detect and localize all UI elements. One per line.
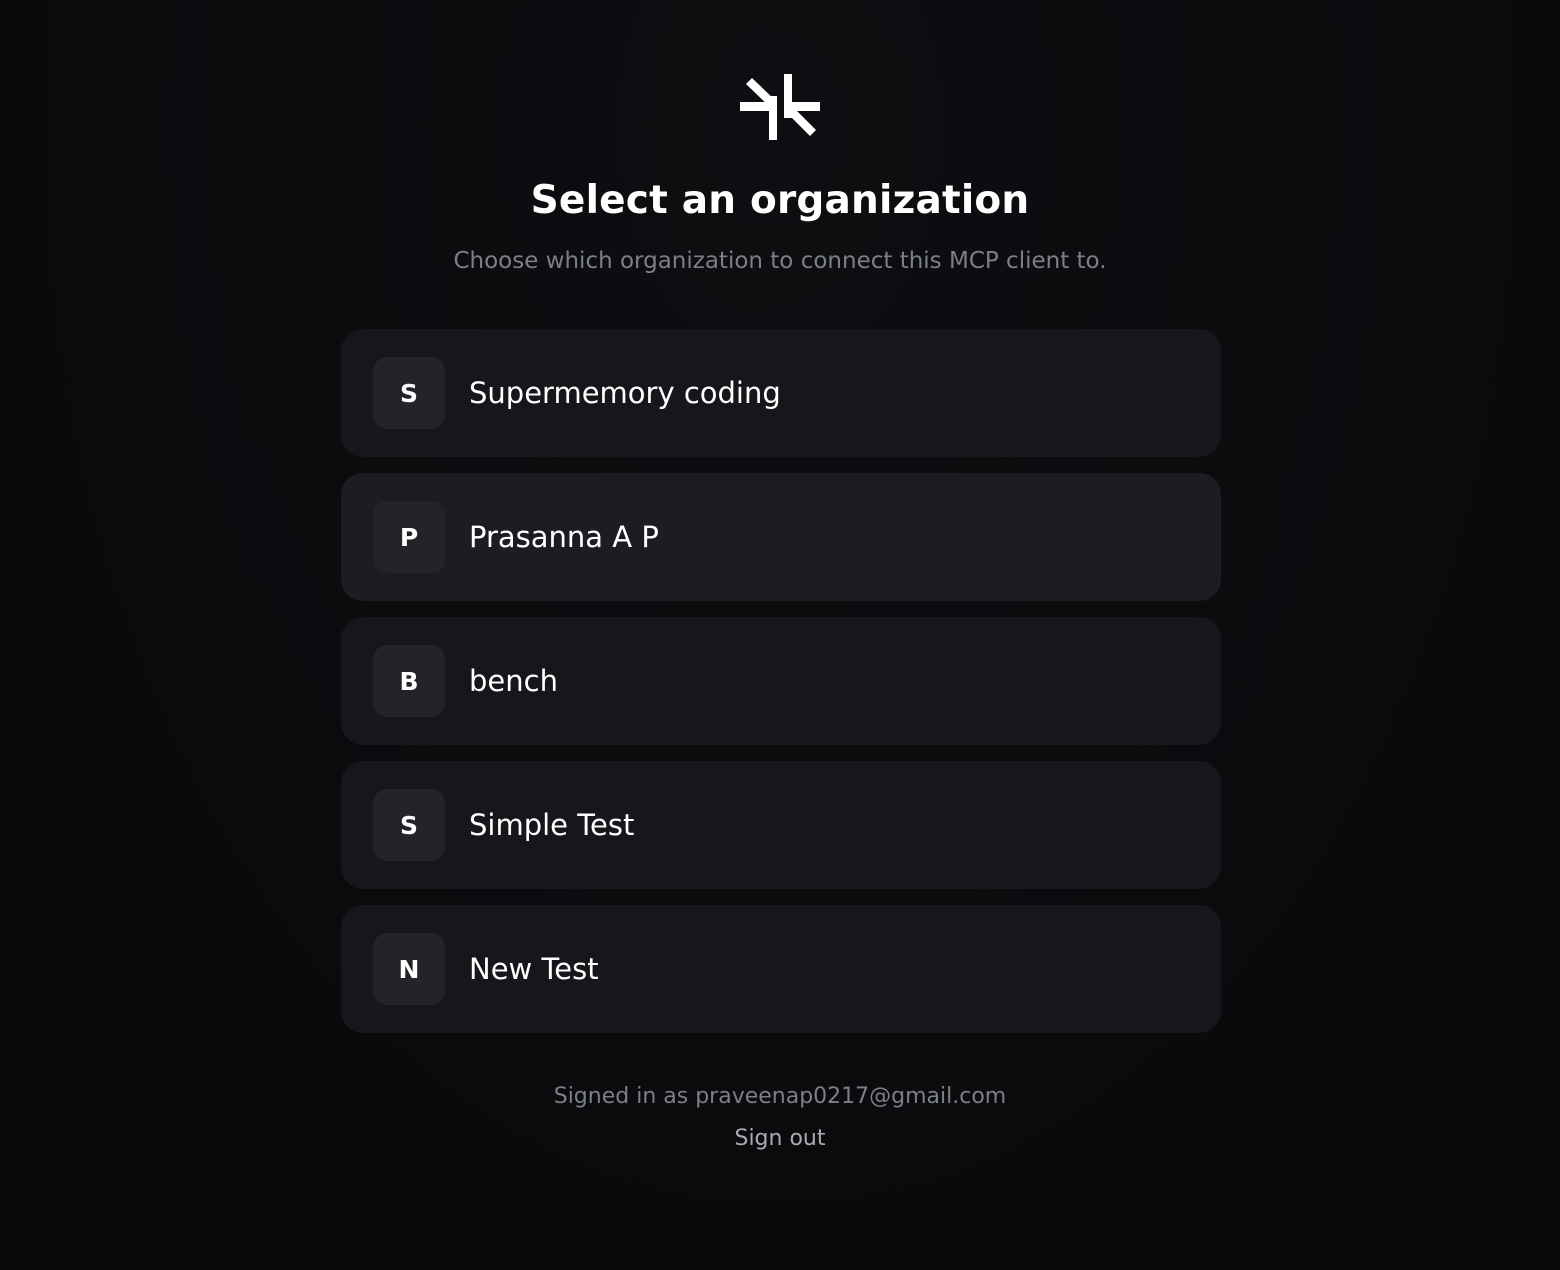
org-name: New Test — [469, 952, 599, 986]
org-avatar: P — [373, 501, 445, 573]
organization-item-bench[interactable]: B bench — [341, 617, 1221, 745]
organization-list: S Supermemory coding P Prasanna A P B be… — [341, 329, 1221, 1049]
organization-item-new-test[interactable]: N New Test — [341, 905, 1221, 1033]
supermemory-logo-icon — [740, 74, 822, 140]
org-name: Simple Test — [469, 808, 635, 842]
page-subtitle: Choose which organization to connect thi… — [453, 248, 1107, 274]
org-avatar: B — [373, 645, 445, 717]
org-avatar: S — [373, 357, 445, 429]
org-select-page: Select an organization Choose which orga… — [0, 0, 1560, 1270]
org-name: bench — [469, 664, 558, 698]
organization-item-supermemory-coding[interactable]: S Supermemory coding — [341, 329, 1221, 457]
signed-in-text: Signed in as praveenap0217@gmail.com — [553, 1084, 1007, 1109]
page-title: Select an organization — [530, 178, 1030, 223]
organization-item-prasanna-a-p[interactable]: P Prasanna A P — [341, 473, 1221, 601]
org-name: Prasanna A P — [469, 520, 659, 554]
sign-out-link[interactable]: Sign out — [700, 1126, 860, 1151]
organization-item-simple-test[interactable]: S Simple Test — [341, 761, 1221, 889]
org-name: Supermemory coding — [469, 376, 781, 410]
org-avatar: S — [373, 789, 445, 861]
org-avatar: N — [373, 933, 445, 1005]
